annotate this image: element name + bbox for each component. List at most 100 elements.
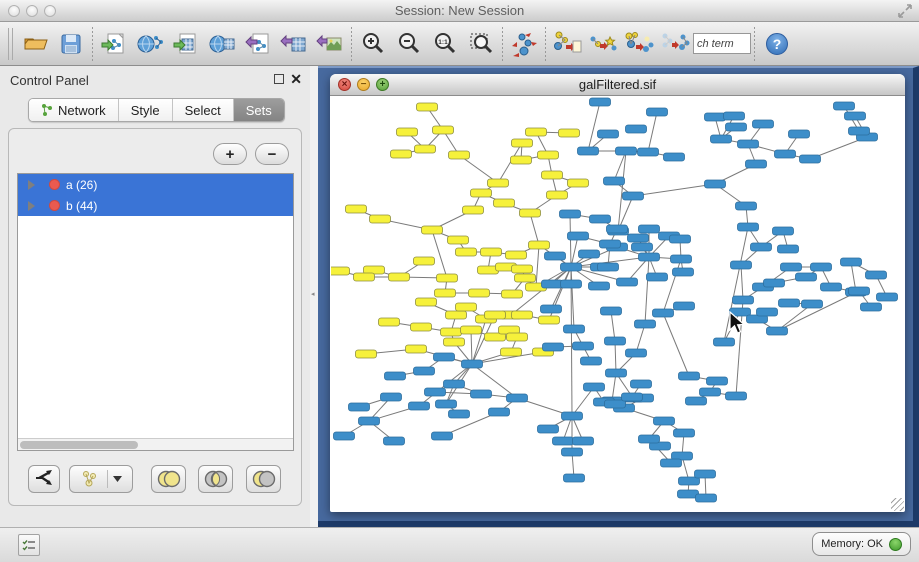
apply-layout-icon [509, 29, 539, 59]
toolbar-separator [754, 27, 755, 61]
intersection-button[interactable] [198, 465, 233, 493]
network-graph[interactable] [331, 97, 904, 511]
resize-grip[interactable] [891, 498, 904, 511]
splitter-handle-icon[interactable]: ◂ [311, 290, 316, 300]
create-set-from-network-button[interactable] [69, 465, 133, 493]
apply-layout-button[interactable] [506, 25, 542, 63]
open-folder-icon [22, 31, 48, 57]
dropdown-arrow-icon [113, 476, 122, 482]
zoom-fit-button[interactable] [463, 25, 499, 63]
import-table-file-button[interactable] [168, 25, 204, 63]
memory-status-button[interactable]: Memory: OK [812, 532, 911, 556]
sets-list: a (26) b (44) [17, 173, 294, 451]
set-label: a (26) [66, 178, 97, 192]
memory-ok-icon [889, 538, 902, 551]
expander-icon[interactable] [28, 201, 35, 211]
hide-unselected-icon [660, 29, 690, 59]
new-network-from-selection-icon [552, 29, 582, 59]
toolbar-separator [545, 27, 546, 61]
network-tab-icon [41, 103, 53, 117]
tab-style-label: Style [131, 103, 160, 118]
select-neighbors-button[interactable] [585, 25, 621, 63]
set-color-icon [49, 179, 60, 190]
scrollbar-thumb[interactable] [20, 441, 138, 449]
fullscreen-icon[interactable] [897, 3, 913, 19]
set-color-icon [49, 200, 60, 211]
network-canvas[interactable] [331, 97, 904, 511]
venn-difference-icon [251, 470, 277, 488]
import-table-url-icon [208, 30, 236, 58]
export-table-button[interactable] [276, 25, 312, 63]
import-network-file-icon [100, 30, 128, 58]
venn-intersection-icon [203, 470, 229, 488]
help-button[interactable]: ? [766, 33, 788, 55]
tab-style[interactable]: Style [119, 99, 173, 121]
control-panel-header: Control Panel ✕ [0, 66, 310, 94]
toolbar-separator [502, 27, 503, 61]
window-title: Session: New Session [0, 3, 919, 18]
zoom-in-icon [360, 31, 386, 57]
import-network-url-button[interactable] [132, 25, 168, 63]
set-operation-buttons [9, 465, 301, 495]
sets-panel: + − a (26) b (44) [8, 128, 302, 506]
network-window-titlebar[interactable]: × − + galFiltered.sif [330, 74, 905, 96]
tab-network[interactable]: Network [29, 99, 119, 121]
expand-selection-button[interactable] [621, 25, 657, 63]
status-bar: Memory: OK [0, 527, 919, 562]
venn-union-icon [156, 470, 182, 488]
remove-set-button[interactable]: − [255, 143, 289, 165]
network-desktop: × − + galFiltered.sif [318, 66, 919, 527]
zoom-fit-icon [468, 31, 494, 57]
split-arrow-icon [34, 470, 54, 488]
import-network-file-button[interactable] [96, 25, 132, 63]
list-item-set-b[interactable]: b (44) [18, 195, 293, 216]
union-button[interactable] [151, 465, 186, 493]
save-button[interactable] [53, 25, 89, 63]
zoom-actual-icon: 1:1 [432, 31, 458, 57]
network-tree-icon [80, 470, 102, 488]
tab-network-label: Network [58, 103, 106, 118]
export-image-button[interactable] [312, 25, 348, 63]
horizontal-scrollbar[interactable] [18, 438, 293, 450]
float-panel-icon[interactable] [274, 74, 284, 84]
list-item-set-a[interactable]: a (26) [18, 174, 293, 195]
hide-unselected-button[interactable] [657, 25, 693, 63]
tab-sets-label: Sets [246, 103, 272, 118]
toolbar: 1:1 [0, 22, 919, 66]
title-bar: Session: New Session [0, 0, 919, 22]
new-network-from-selection-button[interactable] [549, 25, 585, 63]
export-image-icon [316, 30, 344, 58]
import-table-url-button[interactable] [204, 25, 240, 63]
import-network-url-icon [136, 30, 164, 58]
network-view-window[interactable]: × − + galFiltered.sif [330, 74, 905, 512]
add-set-button[interactable]: + [213, 143, 247, 165]
control-panel-tabbar: Network Style Select Sets [28, 98, 285, 122]
difference-button[interactable] [246, 465, 281, 493]
import-table-file-icon [172, 30, 200, 58]
expander-icon[interactable] [28, 180, 35, 190]
split-set-button[interactable] [28, 465, 60, 493]
tab-select[interactable]: Select [173, 99, 234, 121]
zoom-out-icon [396, 31, 422, 57]
svg-text:1:1: 1:1 [438, 39, 448, 46]
toolbar-separator [92, 27, 93, 61]
export-network-button[interactable] [240, 25, 276, 63]
task-history-button[interactable] [18, 534, 40, 556]
select-neighbors-icon [588, 29, 618, 59]
zoom-out-button[interactable] [391, 25, 427, 63]
save-floppy-icon [59, 32, 83, 56]
app-window: Session: New Session [0, 0, 919, 562]
toolbar-grip [8, 28, 13, 60]
tab-sets[interactable]: Sets [234, 99, 284, 121]
zoom-in-button[interactable] [355, 25, 391, 63]
close-panel-icon[interactable]: ✕ [290, 71, 302, 88]
export-table-icon [280, 30, 308, 58]
search-input[interactable] [693, 33, 751, 54]
zoom-actual-button[interactable]: 1:1 [427, 25, 463, 63]
export-network-icon [244, 30, 272, 58]
tab-select-label: Select [185, 103, 221, 118]
expand-selection-icon [624, 29, 654, 59]
panel-splitter[interactable]: ◂ [310, 66, 318, 527]
network-window-title: galFiltered.sif [330, 77, 905, 92]
open-button[interactable] [17, 25, 53, 63]
